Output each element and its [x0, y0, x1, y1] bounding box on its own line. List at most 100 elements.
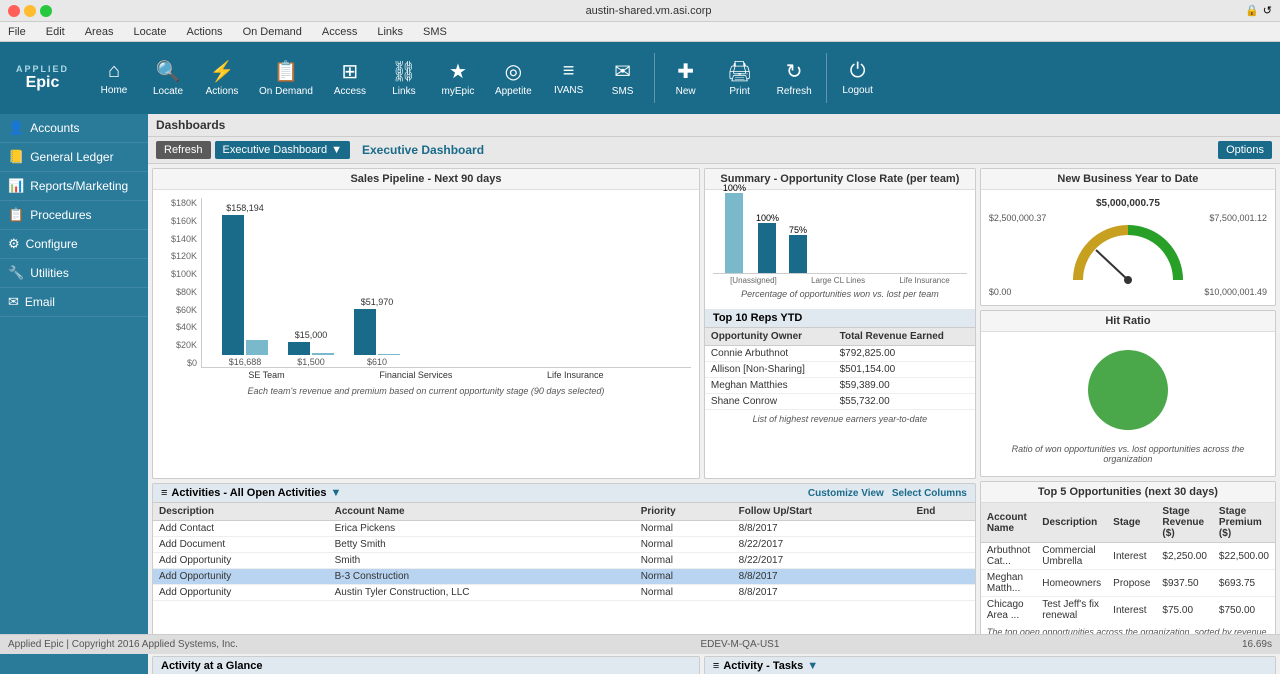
table-row: Arbuthnot Cat... Commercial Umbrella Int… [981, 543, 1275, 570]
toolbar-links[interactable]: ⛓ Links [379, 55, 429, 101]
breadcrumb: Dashboards [148, 114, 1280, 137]
select-columns-link[interactable]: Select Columns [892, 488, 967, 499]
activity-tasks-panel: ≡ Activity - Tasks ▼ Description Status … [704, 656, 1276, 674]
sidebar-item-configure[interactable]: ⚙ Configure [0, 230, 148, 259]
toolbar-access[interactable]: ⊞ Access [325, 55, 375, 101]
toolbar-divider [654, 53, 655, 103]
dashboard-dropdown[interactable]: Executive Dashboard ▼ [215, 141, 350, 159]
toolbar-print[interactable]: 🖨 Print [715, 55, 765, 101]
tasks-dropdown-icon[interactable]: ▼ [807, 660, 818, 672]
toolbar-new[interactable]: ✚ New [661, 55, 711, 101]
ondemand-icon: 📋 [274, 59, 299, 84]
top10-col-owner: Opportunity Owner [705, 328, 834, 346]
top10-col-revenue: Total Revenue Earned [834, 328, 975, 346]
ivans-icon: ≡ [563, 60, 575, 83]
top10-table: Opportunity Owner Total Revenue Earned C… [705, 328, 975, 410]
activity-at-glance-panel: Activity at a Glance Association Opportu… [152, 656, 700, 674]
menu-locate[interactable]: Locate [129, 26, 170, 38]
myepic-icon: ★ [449, 59, 467, 84]
print-icon: 🖨 [727, 59, 752, 84]
table-row: Connie Arbuthnot $792,825.00 [705, 346, 975, 362]
menu-areas[interactable]: Areas [81, 26, 118, 38]
dashboard-content: Sales Pipeline - Next 90 days $180K$160K… [148, 164, 1280, 674]
ledger-icon: 📒 [8, 149, 24, 165]
toolbar: APPLIED Epic ⌂ Home 🔍 Locate ⚡ Actions 📋… [0, 42, 1280, 114]
hit-ratio-panel: Hit Ratio Ratio of won opportunities vs.… [980, 310, 1276, 477]
newbiz-panel: New Business Year to Date $5,000,000.75 … [980, 168, 1276, 306]
sidebar-item-reports[interactable]: 📊 Reports/Marketing [0, 172, 148, 201]
toolbar-home[interactable]: ⌂ Home [89, 56, 139, 100]
newbiz-header: New Business Year to Date [981, 169, 1275, 190]
top10-header: Top 10 Reps YTD [705, 309, 975, 328]
links-icon: ⛓ [391, 59, 416, 84]
maximize-btn[interactable] [40, 5, 52, 17]
status-bar: Applied Epic | Copyright 2016 Applied Sy… [0, 634, 1280, 654]
refresh-button[interactable]: Refresh [156, 141, 211, 159]
app-logo: APPLIED Epic [8, 60, 77, 96]
status-left: Applied Epic | Copyright 2016 Applied Sy… [8, 639, 238, 650]
sales-pipeline-note: Each team's revenue and premium based on… [161, 382, 691, 400]
toolbar-ondemand[interactable]: 📋 On Demand [251, 55, 321, 101]
sidebar-item-procedures[interactable]: 📋 Procedures [0, 201, 148, 230]
dropdown-icon[interactable]: ▼ [330, 487, 341, 499]
actions-icon: ⚡ [210, 59, 235, 84]
procedures-icon: 📋 [8, 207, 24, 223]
dashboard-toolbar: Refresh Executive Dashboard ▼ Executive … [148, 137, 1280, 164]
top5-panel: Top 5 Opportunities (next 30 days) Accou… [980, 481, 1276, 652]
toolbar-myepic[interactable]: ★ myEpic [433, 55, 483, 101]
top10-table-container[interactable]: Opportunity Owner Total Revenue Earned C… [705, 328, 975, 410]
home-icon: ⌂ [108, 60, 120, 83]
hit-ratio-header: Hit Ratio [981, 311, 1275, 332]
table-row: Add Document Betty Smith Normal 8/22/201… [153, 537, 975, 553]
list-icon: ≡ [161, 487, 167, 499]
status-middle: EDEV-M-QA-US1 [701, 639, 780, 650]
table-row: Add Opportunity B-3 Construction Normal … [153, 569, 975, 585]
email-icon: ✉ [8, 294, 19, 310]
locate-icon: 🔍 [156, 59, 181, 84]
sidebar-item-accounts[interactable]: 👤 Accounts [0, 114, 148, 143]
menu-actions[interactable]: Actions [182, 26, 226, 38]
activities-all-panel: ≡ Activities - All Open Activities ▼ Cus… [152, 483, 976, 652]
sidebar-item-general-ledger[interactable]: 📒 General Ledger [0, 143, 148, 172]
toolbar-logout[interactable]: ⏻ Logout [833, 56, 883, 100]
menu-access[interactable]: Access [318, 26, 361, 38]
activity-tasks-header: ≡ Activity - Tasks ▼ [705, 657, 1275, 674]
sms-icon: ✉ [614, 59, 631, 84]
sales-pipeline-chart: $180K$160K$140K$120K$100K $80K$60K$40K$2… [153, 190, 699, 410]
activities-links: Customize View Select Columns [808, 488, 967, 499]
table-row: Add Opportunity Smith Normal 8/22/2017 [153, 553, 975, 569]
close-btn[interactable] [8, 5, 20, 17]
sidebar-item-utilities[interactable]: 🔧 Utilities [0, 259, 148, 288]
table-row: Chicago Area ... Test Jeff's fix renewal… [981, 597, 1275, 624]
options-button[interactable]: Options [1218, 141, 1272, 159]
sales-pipeline-panel: Sales Pipeline - Next 90 days $180K$160K… [152, 168, 700, 479]
access-icon: ⊞ [342, 59, 359, 84]
toolbar-sms[interactable]: ✉ SMS [598, 55, 648, 101]
refresh-icon: ↻ [786, 59, 803, 84]
sidebar-item-email[interactable]: ✉ Email [0, 288, 148, 317]
table-row: Allison [Non-Sharing] $501,154.00 [705, 362, 975, 378]
accounts-icon: 👤 [8, 120, 24, 136]
toolbar-actions[interactable]: ⚡ Actions [197, 55, 247, 101]
minimize-btn[interactable] [24, 5, 36, 17]
top5-table: Account Name Description Stage Stage Rev… [981, 503, 1275, 623]
table-row: Add Contact Erica Pickens Normal 8/8/201… [153, 521, 975, 537]
sales-pipeline-header: Sales Pipeline - Next 90 days [153, 169, 699, 190]
bottom-left-panels: Activity at a Glance Association Opportu… [152, 656, 700, 674]
table-row: Add Opportunity Austin Tyler Constructio… [153, 585, 975, 601]
menu-sms[interactable]: SMS [419, 26, 451, 38]
menu-ondemand[interactable]: On Demand [239, 26, 306, 38]
new-icon: ✚ [677, 59, 694, 84]
toolbar-refresh[interactable]: ↻ Refresh [769, 55, 820, 101]
menu-links[interactable]: Links [373, 26, 407, 38]
url-bar: austin-shared.vm.asi.corp [52, 5, 1245, 17]
toolbar-appetite[interactable]: ◎ Appetite [487, 55, 540, 101]
customize-view-link[interactable]: Customize View [808, 488, 884, 499]
menu-edit[interactable]: Edit [42, 26, 69, 38]
menu-file[interactable]: File [4, 26, 30, 38]
toolbar-locate[interactable]: 🔍 Locate [143, 55, 193, 101]
top5-header: Top 5 Opportunities (next 30 days) [981, 482, 1275, 503]
table-row: Meghan Matth... Homeowners Propose $937.… [981, 570, 1275, 597]
toolbar-ivans[interactable]: ≡ IVANS [544, 56, 594, 100]
top10-note: List of highest revenue earners year-to-… [705, 410, 975, 428]
